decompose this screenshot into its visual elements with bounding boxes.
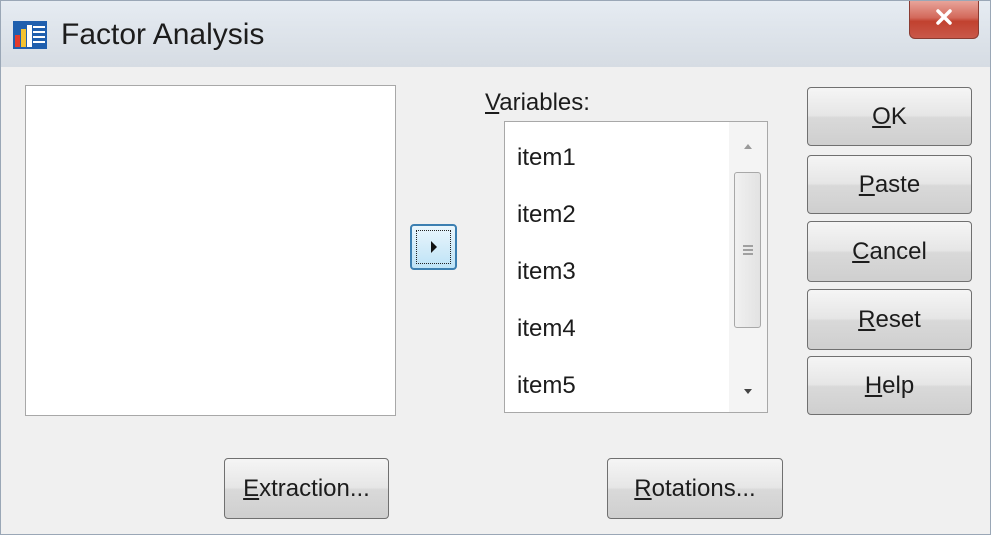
ok-button[interactable]: OK	[807, 87, 972, 146]
close-icon	[935, 9, 953, 30]
factor-analysis-app-icon	[13, 21, 47, 49]
grip-icon	[743, 243, 753, 261]
help-button[interactable]: Help	[807, 356, 972, 415]
source-variable-list[interactable]	[25, 85, 396, 416]
scrollbar-thumb[interactable]	[734, 172, 761, 328]
list-item-item5[interactable]: item5	[517, 372, 576, 400]
window-title: Factor Analysis	[61, 18, 265, 51]
variables-label-rest: ariables:	[499, 89, 590, 116]
variables-label: Variables:	[485, 89, 590, 116]
close-button[interactable]	[909, 1, 979, 39]
rotations-button[interactable]: Rotations...	[607, 458, 783, 519]
extraction-button[interactable]: Extraction...	[224, 458, 389, 519]
title-bar[interactable]: Factor Analysis	[1, 1, 990, 67]
scroll-down-arrow-icon[interactable]	[742, 384, 754, 396]
move-right-arrow-icon	[429, 240, 439, 257]
cancel-button[interactable]: Cancel	[807, 221, 972, 282]
variables-list[interactable]: item1 item2 item3 item4 item5	[504, 121, 768, 413]
scroll-up-arrow-icon[interactable]	[742, 140, 754, 152]
paste-button[interactable]: Paste	[807, 155, 972, 214]
list-item-item3[interactable]: item3	[517, 258, 576, 286]
move-to-variables-button[interactable]	[410, 224, 457, 270]
list-item-item2[interactable]: item2	[517, 201, 576, 229]
list-item-item4[interactable]: item4	[517, 315, 576, 343]
reset-button[interactable]: Reset	[807, 289, 972, 350]
variables-scrollbar[interactable]	[729, 122, 767, 412]
list-item-item1[interactable]: item1	[517, 144, 576, 172]
factor-analysis-dialog: Factor Analysis Variables: item1 item2 i…	[0, 0, 991, 535]
